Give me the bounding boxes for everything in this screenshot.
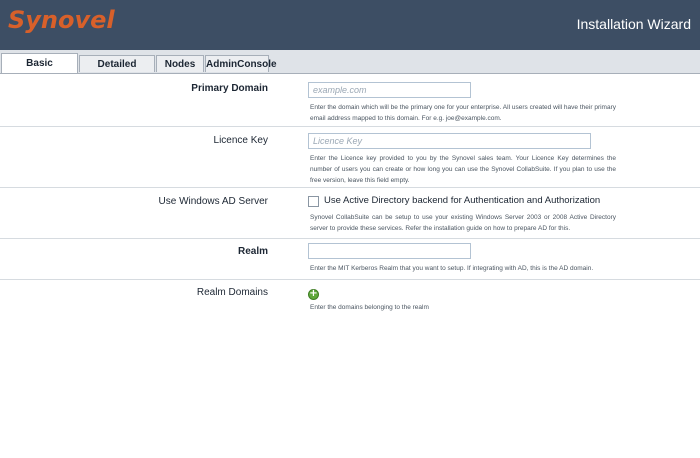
- tab-adminconsole[interactable]: AdminConsole: [205, 55, 277, 72]
- tab-nodes[interactable]: Nodes: [156, 55, 204, 72]
- tab-bar: Basic Information Detailed Settings Node…: [0, 50, 700, 89]
- realm-help: Enter the MIT Kerberos Realm that you wa…: [310, 265, 594, 272]
- form-panel: Primary Domain Enter the domain which wi…: [0, 73, 700, 458]
- realm-label: Realm: [237, 246, 268, 257]
- windows-ad-label: Use Windows AD Server: [158, 196, 268, 207]
- active-directory-checkbox[interactable]: [308, 196, 319, 207]
- synovel-logo: Synovel: [8, 6, 115, 34]
- realm-domains-help: Enter the domains belonging to the realm: [310, 304, 429, 311]
- divider: [0, 279, 700, 280]
- divider: [0, 126, 700, 127]
- app-header: Synovel Installation Wizard: [0, 0, 700, 50]
- realm-domains-label: Realm Domains: [196, 287, 268, 298]
- realm-input[interactable]: [308, 243, 471, 259]
- active-directory-checkbox-label[interactable]: Use Active Directory backend for Authent…: [324, 195, 600, 206]
- licence-key-label: Licence Key: [213, 135, 268, 146]
- tab-basic-information[interactable]: Basic Information: [1, 53, 78, 89]
- tab-detailed-settings[interactable]: Detailed Settings: [79, 55, 155, 87]
- add-domain-icon[interactable]: +: [308, 289, 319, 300]
- primary-domain-help: Enter the domain which will be the prima…: [310, 104, 616, 122]
- licence-key-help: Enter the Licence key provided to you by…: [310, 155, 616, 184]
- licence-key-input[interactable]: [308, 133, 591, 149]
- page-title: Installation Wizard: [576, 16, 691, 32]
- divider: [0, 187, 700, 188]
- primary-domain-input[interactable]: [308, 82, 471, 98]
- windows-ad-help: Synovel CollabSuite can be setup to use …: [310, 214, 616, 232]
- divider: [0, 238, 700, 239]
- primary-domain-label: Primary Domain: [191, 83, 268, 94]
